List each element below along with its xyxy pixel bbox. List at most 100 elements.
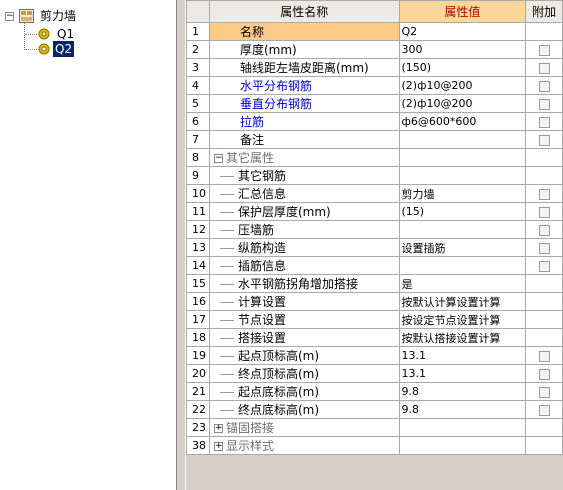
property-row[interactable]: 5 垂直分布钢筋 (2)ф10@200	[186, 94, 563, 113]
property-value[interactable]	[398, 436, 527, 455]
property-name[interactable]: 搭接设置	[208, 328, 400, 347]
property-name[interactable]: 汇总信息	[208, 184, 400, 203]
tree-item-q2[interactable]: Q2	[53, 41, 75, 57]
property-row[interactable]: 3 轴线距左墙皮距离(mm) (150)	[186, 58, 563, 77]
property-name[interactable]: 厚度(mm)	[208, 40, 400, 59]
property-row[interactable]: 20 终点顶标高(m) 13.1	[186, 364, 563, 383]
property-name[interactable]: 备注	[208, 130, 400, 149]
tree-collapse-toggle[interactable]: −	[5, 12, 14, 21]
property-value[interactable]: 剪力墙	[398, 184, 527, 203]
property-name[interactable]: 节点设置	[208, 310, 400, 329]
attach-checkbox[interactable]	[538, 207, 550, 218]
attach-checkbox[interactable]	[538, 387, 550, 398]
property-name[interactable]: 垂直分布钢筋	[208, 94, 400, 113]
property-name[interactable]: 起点顶标高(m)	[208, 346, 400, 365]
property-value[interactable]: 是	[398, 274, 527, 293]
property-name[interactable]: 终点底标高(m)	[208, 400, 400, 419]
property-row[interactable]: 22 终点底标高(m) 9.8	[186, 400, 563, 419]
property-row[interactable]: 16 计算设置 按默认计算设置计算	[186, 292, 563, 311]
property-row[interactable]: 8− 其它属性	[186, 148, 563, 167]
attach-checkbox[interactable]	[538, 117, 550, 128]
property-name[interactable]: 终点顶标高(m)	[208, 364, 400, 383]
expand-toggle[interactable]: +	[213, 442, 223, 451]
property-row[interactable]: 19 起点顶标高(m) 13.1	[186, 346, 563, 365]
collapse-toggle[interactable]: −	[213, 154, 223, 163]
attach-checkbox[interactable]	[538, 369, 550, 380]
property-value[interactable]: 按默认搭接设置计算	[398, 328, 527, 347]
property-row[interactable]: 14 插筋信息	[186, 256, 563, 275]
property-value[interactable]	[398, 148, 527, 167]
property-value[interactable]: 设置插筋	[398, 238, 527, 257]
property-name[interactable]: 其它钢筋	[208, 166, 400, 185]
property-value[interactable]: (2)ф10@200	[398, 94, 527, 113]
property-value[interactable]: (2)ф10@200	[398, 76, 527, 95]
property-row[interactable]: 11 保护层厚度(mm) (15)	[186, 202, 563, 221]
property-row[interactable]: 18 搭接设置 按默认搭接设置计算	[186, 328, 563, 347]
attach-checkbox[interactable]	[538, 405, 550, 416]
property-name[interactable]: 纵筋构造	[208, 238, 400, 257]
row-number: 3	[186, 58, 210, 77]
attach-checkbox[interactable]	[538, 189, 550, 200]
attach-cell	[525, 220, 563, 239]
property-name[interactable]: + 显示样式	[208, 436, 400, 455]
property-row[interactable]: 1 名称 Q2	[186, 22, 563, 41]
property-name[interactable]: 水平钢筋拐角增加搭接	[208, 274, 400, 293]
property-value[interactable]	[398, 256, 527, 275]
attach-checkbox[interactable]	[538, 63, 550, 74]
property-value[interactable]: ф6@600*600	[398, 112, 527, 131]
property-name[interactable]: 轴线距左墙皮距离(mm)	[208, 58, 400, 77]
property-name[interactable]: 压墙筋	[208, 220, 400, 239]
property-value[interactable]	[398, 220, 527, 239]
property-row[interactable]: 23 + 锚固搭接	[186, 418, 563, 437]
property-row[interactable]: 9 其它钢筋	[186, 166, 563, 185]
property-name[interactable]: + 锚固搭接	[208, 418, 400, 437]
property-value[interactable]: 按默认计算设置计算	[398, 292, 527, 311]
property-row[interactable]: 15 水平钢筋拐角增加搭接 是	[186, 274, 563, 293]
attach-cell	[525, 328, 563, 347]
property-value[interactable]: 13.1	[398, 346, 527, 365]
attach-cell	[525, 418, 563, 437]
attach-checkbox[interactable]	[538, 81, 550, 92]
property-name[interactable]: 名称	[208, 22, 400, 41]
tree-item-q1[interactable]: Q1	[55, 26, 76, 42]
property-name[interactable]: 拉筋	[208, 112, 400, 131]
tree-root-label[interactable]: 剪力墙	[38, 8, 78, 24]
property-value[interactable]: 300	[398, 40, 527, 59]
property-name[interactable]: 水平分布钢筋	[208, 76, 400, 95]
attach-cell	[525, 310, 563, 329]
attach-checkbox[interactable]	[538, 135, 550, 146]
property-name[interactable]: 插筋信息	[208, 256, 400, 275]
property-value[interactable]: 9.8	[398, 382, 527, 401]
property-value[interactable]: 13.1	[398, 364, 527, 383]
property-row[interactable]: 12 压墙筋	[186, 220, 563, 239]
property-row[interactable]: 13 纵筋构造 设置插筋	[186, 238, 563, 257]
property-value[interactable]: (150)	[398, 58, 527, 77]
property-value[interactable]: 按设定节点设置计算	[398, 310, 527, 329]
property-value[interactable]	[398, 130, 527, 149]
property-name[interactable]: 计算设置	[208, 292, 400, 311]
property-row[interactable]: 10 汇总信息 剪力墙	[186, 184, 563, 203]
property-row[interactable]: 4 水平分布钢筋 (2)ф10@200	[186, 76, 563, 95]
property-value[interactable]: 9.8	[398, 400, 527, 419]
attach-checkbox[interactable]	[538, 243, 550, 254]
property-row[interactable]: 38 + 显示样式	[186, 436, 563, 455]
attach-checkbox[interactable]	[538, 351, 550, 362]
panel-splitter[interactable]	[176, 0, 186, 490]
attach-checkbox[interactable]	[538, 45, 550, 56]
property-value[interactable]: (15)	[398, 202, 527, 221]
property-row[interactable]: 17 节点设置 按设定节点设置计算	[186, 310, 563, 329]
attach-checkbox[interactable]	[538, 261, 550, 272]
property-value[interactable]	[398, 418, 527, 437]
property-value[interactable]	[398, 166, 527, 185]
property-row[interactable]: 6 拉筋 ф6@600*600	[186, 112, 563, 131]
property-row[interactable]: 2 厚度(mm) 300	[186, 40, 563, 59]
attach-checkbox[interactable]	[538, 225, 550, 236]
property-value[interactable]: Q2	[398, 22, 527, 41]
property-name[interactable]: 起点底标高(m)	[208, 382, 400, 401]
property-row[interactable]: 7 备注	[186, 130, 563, 149]
property-name[interactable]: 保护层厚度(mm)	[208, 202, 400, 221]
property-name[interactable]: − 其它属性	[208, 148, 400, 167]
expand-toggle[interactable]: +	[213, 424, 223, 433]
property-row[interactable]: 21 起点底标高(m) 9.8	[186, 382, 563, 401]
attach-checkbox[interactable]	[538, 99, 550, 110]
